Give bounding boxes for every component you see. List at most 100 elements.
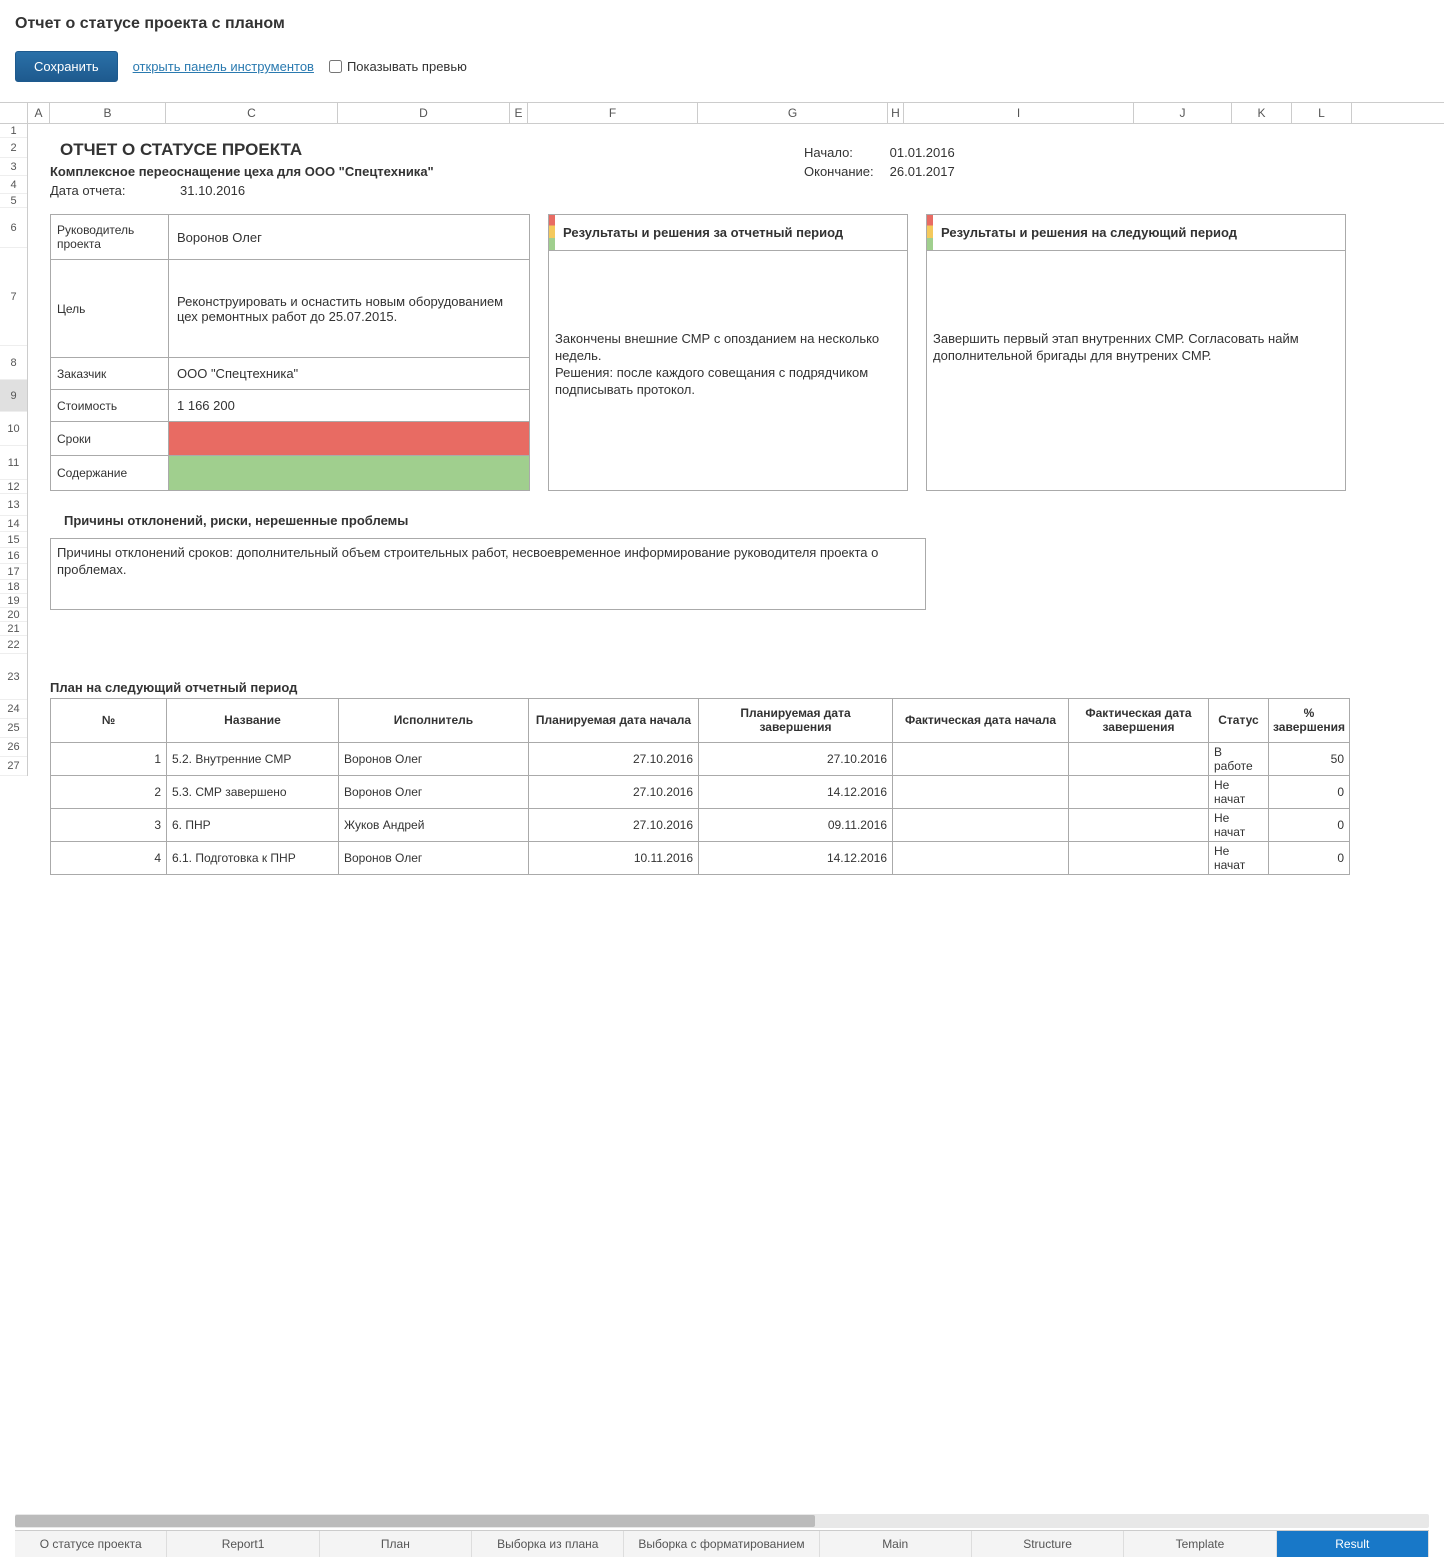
col-header[interactable]: K <box>1232 103 1292 123</box>
cell-plan-start: 27.10.2016 <box>529 775 699 808</box>
col-header[interactable]: C <box>166 103 338 123</box>
table-row[interactable]: 46.1. Подготовка к ПНРВоронов Олег10.11.… <box>51 841 1350 874</box>
plan-header-fact-end: Фактическая дата завершения <box>1069 698 1209 742</box>
row-header[interactable]: 26 <box>0 738 27 757</box>
row-header[interactable]: 19 <box>0 594 27 608</box>
open-tools-panel-link[interactable]: открыть панель инструментов <box>133 59 314 74</box>
sheet-tab[interactable]: Report1 <box>167 1531 319 1557</box>
row-header[interactable]: 22 <box>0 636 27 654</box>
row-header[interactable]: 6 <box>0 208 27 248</box>
show-preview-label: Показывать превью <box>347 59 467 74</box>
row-header[interactable]: 13 <box>0 494 27 516</box>
row-header[interactable]: 9 <box>0 380 27 412</box>
row-header[interactable]: 10 <box>0 412 27 446</box>
cell-percent: 0 <box>1269 775 1350 808</box>
col-header[interactable]: A <box>28 103 50 123</box>
cell-status: Не начат <box>1209 841 1269 874</box>
row-header[interactable]: 8 <box>0 346 27 380</box>
row-header[interactable]: 12 <box>0 480 27 494</box>
sheet-tabs: О статусе проектаReport1ПланВыборка из п… <box>15 1530 1429 1557</box>
row-header[interactable]: 23 <box>0 654 27 700</box>
customer-value: ООО "Спецтехника" <box>169 358 529 389</box>
plan-table: № Название Исполнитель Планируемая дата … <box>50 698 1350 875</box>
table-row[interactable]: 25.3. СМР завершеноВоронов Олег27.10.201… <box>51 775 1350 808</box>
sheet-tab[interactable]: Template <box>1124 1531 1276 1557</box>
col-header[interactable]: G <box>698 103 888 123</box>
col-header[interactable]: B <box>50 103 166 123</box>
sheet-tab[interactable]: Выборка с форматированием <box>624 1531 819 1557</box>
row-header[interactable]: 25 <box>0 719 27 738</box>
col-header[interactable]: E <box>510 103 528 123</box>
scope-status-green <box>169 456 529 490</box>
column-headers: A B C D E F G H I J K L <box>0 103 1444 124</box>
goal-label: Цель <box>51 260 169 357</box>
sheet-tab[interactable]: Main <box>820 1531 972 1557</box>
select-all-corner[interactable] <box>0 103 28 123</box>
col-header[interactable]: L <box>1292 103 1352 123</box>
col-header[interactable]: J <box>1134 103 1232 123</box>
col-header[interactable]: H <box>888 103 904 123</box>
panel1-title: Результаты и решения за отчетный период <box>555 215 907 250</box>
row-header[interactable]: 18 <box>0 580 27 594</box>
cell-name: 5.2. Внутренние СМР <box>167 742 339 775</box>
row-header[interactable]: 15 <box>0 532 27 548</box>
scrollbar-thumb[interactable] <box>15 1515 815 1527</box>
cell-executor: Воронов Олег <box>339 775 529 808</box>
plan-header-name: Название <box>167 698 339 742</box>
cell-plan-start: 27.10.2016 <box>529 742 699 775</box>
cell-fact-start <box>893 808 1069 841</box>
row-header[interactable]: 27 <box>0 757 27 776</box>
cell-executor: Жуков Андрей <box>339 808 529 841</box>
row-header[interactable]: 16 <box>0 548 27 564</box>
row-header[interactable]: 11 <box>0 446 27 480</box>
cell-fact-start <box>893 775 1069 808</box>
col-header[interactable]: F <box>528 103 698 123</box>
plan-header-plan-start: Планируемая дата начала <box>529 698 699 742</box>
row-header[interactable]: 1 <box>0 124 27 138</box>
row-header[interactable]: 20 <box>0 608 27 622</box>
plan-header-executor: Исполнитель <box>339 698 529 742</box>
cell-plan-start: 27.10.2016 <box>529 808 699 841</box>
row-header[interactable]: 2 <box>0 138 27 158</box>
plan-title: План на следующий отчетный период <box>50 680 1444 695</box>
page-title: Отчет о статусе проекта с планом <box>15 15 1429 33</box>
schedule-status-red <box>169 422 529 455</box>
cell-num: 2 <box>51 775 167 808</box>
table-row[interactable]: 36. ПНРЖуков Андрей27.10.201609.11.2016Н… <box>51 808 1350 841</box>
row-header[interactable]: 4 <box>0 176 27 194</box>
cell-status: Не начат <box>1209 775 1269 808</box>
save-button[interactable]: Сохранить <box>15 51 118 82</box>
cell-percent: 50 <box>1269 742 1350 775</box>
horizontal-scrollbar[interactable] <box>15 1514 1429 1528</box>
sheet-tab[interactable]: Выборка из плана <box>472 1531 624 1557</box>
sheet-tab[interactable]: План <box>320 1531 472 1557</box>
start-label: Начало: <box>804 144 888 161</box>
col-header[interactable]: D <box>338 103 510 123</box>
row-header[interactable]: 14 <box>0 516 27 532</box>
row-header[interactable]: 21 <box>0 622 27 636</box>
cell-name: 6. ПНР <box>167 808 339 841</box>
table-row[interactable]: 15.2. Внутренние СМРВоронов Олег27.10.20… <box>51 742 1350 775</box>
sheet-tab[interactable]: Result <box>1277 1531 1429 1557</box>
col-header[interactable]: I <box>904 103 1134 123</box>
project-info-table: Руководитель проекта Воронов Олег Цель Р… <box>50 214 530 491</box>
row-header[interactable]: 7 <box>0 248 27 346</box>
start-date: 01.01.2016 <box>890 144 969 161</box>
row-header[interactable]: 5 <box>0 194 27 208</box>
row-header[interactable]: 24 <box>0 700 27 719</box>
row-header[interactable]: 17 <box>0 564 27 580</box>
end-label: Окончание: <box>804 163 888 180</box>
plan-header-fact-start: Фактическая дата начала <box>893 698 1069 742</box>
plan-header-plan-end: Планируемая дата завершения <box>699 698 893 742</box>
report-title: ОТЧЕТ О СТАТУСЕ ПРОЕКТА <box>60 126 1444 160</box>
plan-header-num: № <box>51 698 167 742</box>
cell-status: В работе <box>1209 742 1269 775</box>
show-preview-checkbox[interactable] <box>329 60 342 73</box>
show-preview-checkbox-wrap[interactable]: Показывать превью <box>329 59 467 74</box>
cell-plan-end: 09.11.2016 <box>699 808 893 841</box>
sheet-tab[interactable]: Structure <box>972 1531 1124 1557</box>
row-header[interactable]: 3 <box>0 158 27 176</box>
sheet-tab[interactable]: О статусе проекта <box>15 1531 167 1557</box>
panel1-body: Закончены внешние СМР с опозданием на не… <box>549 251 907 490</box>
cell-num: 4 <box>51 841 167 874</box>
